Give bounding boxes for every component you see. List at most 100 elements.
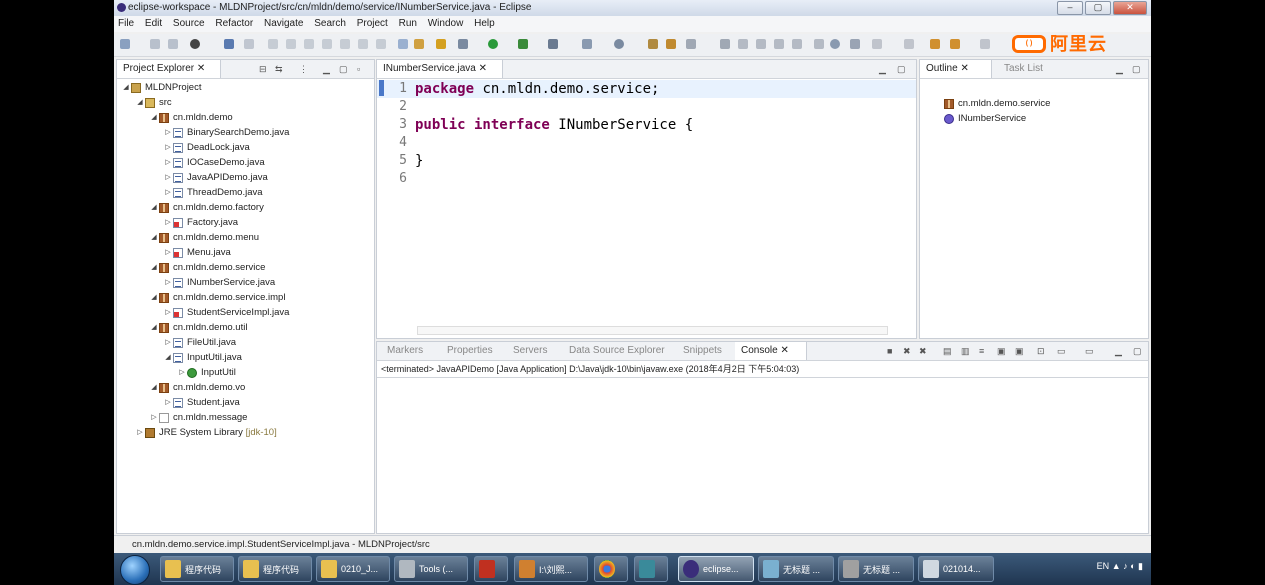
toggle-mark-icon[interactable] xyxy=(686,39,696,49)
search-icon[interactable] xyxy=(666,39,676,49)
new-icon[interactable] xyxy=(120,39,130,49)
taskbar-button[interactable]: 无标题 ... xyxy=(758,556,834,582)
outline-item-interface[interactable]: INumberService xyxy=(944,111,1026,126)
format-icon[interactable] xyxy=(814,39,824,49)
taskbar-button[interactable]: 程序代码 xyxy=(160,556,234,582)
forward-icon[interactable] xyxy=(950,39,960,49)
tree-item[interactable]: ▷ Factory.java xyxy=(163,215,238,230)
code-editor[interactable]: 1 package cn.mldn.demo.service; 2 3 publ… xyxy=(377,79,916,324)
save-icon[interactable] xyxy=(150,39,160,49)
show-whitespace-icon[interactable] xyxy=(774,39,784,49)
tree-item[interactable]: ◢ src xyxy=(135,95,171,110)
word-wrap-icon[interactable] xyxy=(792,39,802,49)
minimize-view-icon[interactable]: ▁ xyxy=(1116,64,1123,75)
start-button[interactable] xyxy=(120,555,150,585)
use-step-filters-icon[interactable] xyxy=(414,39,424,49)
run-icon[interactable] xyxy=(488,39,498,49)
tree-item[interactable]: ▷ DeadLock.java xyxy=(163,140,250,155)
menu-window[interactable]: Window xyxy=(424,16,468,29)
next-annotation-icon[interactable] xyxy=(872,39,882,49)
tree-item[interactable]: ▷ ThreadDemo.java xyxy=(163,185,262,200)
display-console-icon[interactable]: ▭ xyxy=(1057,346,1066,357)
taskbar-button[interactable]: 程序代码 xyxy=(238,556,312,582)
menu-edit[interactable]: Edit xyxy=(141,16,166,29)
tree-item[interactable]: ◢ cn.mldn.demo.factory xyxy=(149,200,264,215)
tree-item[interactable]: ▷ JRE System Library [jdk-10] xyxy=(135,425,276,440)
save-all-icon[interactable] xyxy=(168,39,178,49)
maximize-view-icon[interactable]: ▢ xyxy=(1133,346,1142,357)
tree-item[interactable]: ◢ cn.mldn.demo.service.impl xyxy=(149,290,285,305)
explorer-extra-icon[interactable]: ▫ xyxy=(357,64,360,74)
tree-item[interactable]: ▷ BinarySearchDemo.java xyxy=(163,125,289,140)
tree-item[interactable]: ◢ cn.mldn.demo.vo xyxy=(149,380,245,395)
tab-properties[interactable]: Properties xyxy=(441,342,499,360)
resume-icon[interactable] xyxy=(268,39,278,49)
step-over-icon[interactable] xyxy=(358,39,368,49)
taskbar-button[interactable]: I:\刘熙... xyxy=(514,556,588,582)
taskbar-button-eclipse[interactable]: eclipse... xyxy=(678,556,754,582)
profile-icon[interactable] xyxy=(190,39,200,49)
tree-item[interactable]: ◢ cn.mldn.demo xyxy=(149,110,232,125)
clear-console-icon[interactable]: ▤ xyxy=(943,346,952,357)
minimize-view-icon[interactable]: ▁ xyxy=(879,64,886,75)
minimize-view-icon[interactable]: ▁ xyxy=(1115,346,1122,357)
scroll-lock-icon[interactable]: ▥ xyxy=(961,346,970,357)
tree-item[interactable]: ▷ FileUtil.java xyxy=(163,335,236,350)
tab-servers[interactable]: Servers xyxy=(507,342,553,360)
maximize-view-icon[interactable]: ▢ xyxy=(339,64,348,75)
tab-inumberservice[interactable]: INumberService.java ✕ xyxy=(377,60,503,78)
taskbar-button[interactable] xyxy=(474,556,508,582)
tree-item[interactable]: ◢ cn.mldn.demo.util xyxy=(149,320,247,335)
maximize-icon[interactable]: ▢ xyxy=(1085,1,1111,15)
taskbar-button[interactable]: Tools (... xyxy=(394,556,468,582)
console-output[interactable] xyxy=(377,377,1148,521)
external-link-icon[interactable] xyxy=(850,39,860,49)
show-on-error-icon[interactable]: ▣ xyxy=(1015,346,1024,357)
word-wrap-icon[interactable]: ≡ xyxy=(979,346,984,356)
tree-item[interactable]: ▷ StudentServiceImpl.java xyxy=(163,305,289,320)
web-browser-icon[interactable] xyxy=(830,39,840,49)
menu-source[interactable]: Source xyxy=(169,16,209,29)
menu-file[interactable]: File xyxy=(114,16,138,29)
new-java-project-icon[interactable] xyxy=(582,39,592,49)
last-edit-icon[interactable] xyxy=(980,39,990,49)
tab-outline[interactable]: Outline ✕ xyxy=(920,60,992,78)
step-into-icon[interactable] xyxy=(340,39,350,49)
back-icon[interactable] xyxy=(930,39,940,49)
minimize-view-icon[interactable]: ▁ xyxy=(323,64,330,75)
previous-annotation-icon[interactable] xyxy=(904,39,914,49)
terminate-icon[interactable] xyxy=(304,39,314,49)
tree-item[interactable]: ▷ JavaAPIDemo.java xyxy=(163,170,268,185)
show-on-output-icon[interactable]: ▣ xyxy=(997,346,1006,357)
terminate-icon[interactable]: ■ xyxy=(887,346,892,356)
external-tools-icon[interactable] xyxy=(548,39,558,49)
block-selection-icon[interactable] xyxy=(756,39,766,49)
tab-project-explorer[interactable]: Project Explorer ✕ xyxy=(117,60,221,78)
remove-all-icon[interactable]: ✖ xyxy=(919,346,927,357)
coverage-icon[interactable] xyxy=(518,39,528,49)
taskbar-button[interactable] xyxy=(634,556,668,582)
tab-console[interactable]: Console ✕ xyxy=(735,342,807,360)
open-task-icon[interactable] xyxy=(648,39,658,49)
taskbar-button[interactable] xyxy=(594,556,628,582)
menu-search[interactable]: Search xyxy=(310,16,350,29)
tab-task-list[interactable]: Task List xyxy=(998,60,1049,78)
tab-snippets[interactable]: Snippets xyxy=(677,342,728,360)
tree-item[interactable]: ◢ cn.mldn.demo.service xyxy=(149,260,265,275)
annotation-next-icon[interactable] xyxy=(720,39,730,49)
tree-item[interactable]: ▷ IOCaseDemo.java xyxy=(163,155,264,170)
tree-item[interactable]: ▷ InputUtil xyxy=(177,365,236,380)
menu-run[interactable]: Run xyxy=(395,16,421,29)
tab-data-source-explorer[interactable]: Data Source Explorer xyxy=(563,342,671,360)
close-icon[interactable]: ✕ xyxy=(1113,1,1147,15)
menu-refactor[interactable]: Refactor xyxy=(211,16,257,29)
tree-item[interactable]: ▷ INumberService.java xyxy=(163,275,275,290)
tree-item[interactable]: ◢ MLDNProject xyxy=(121,80,201,95)
tree-item[interactable]: ▷ Student.java xyxy=(163,395,240,410)
system-tray[interactable]: EN ▲ ♪ ◐ ▮ xyxy=(1097,561,1143,572)
disconnect-icon[interactable] xyxy=(322,39,332,49)
tab-markers[interactable]: Markers xyxy=(381,342,429,360)
open-type-icon[interactable] xyxy=(436,39,446,49)
new-package-icon[interactable] xyxy=(614,39,624,49)
tree-item[interactable]: ▷ cn.mldn.message xyxy=(149,410,247,425)
